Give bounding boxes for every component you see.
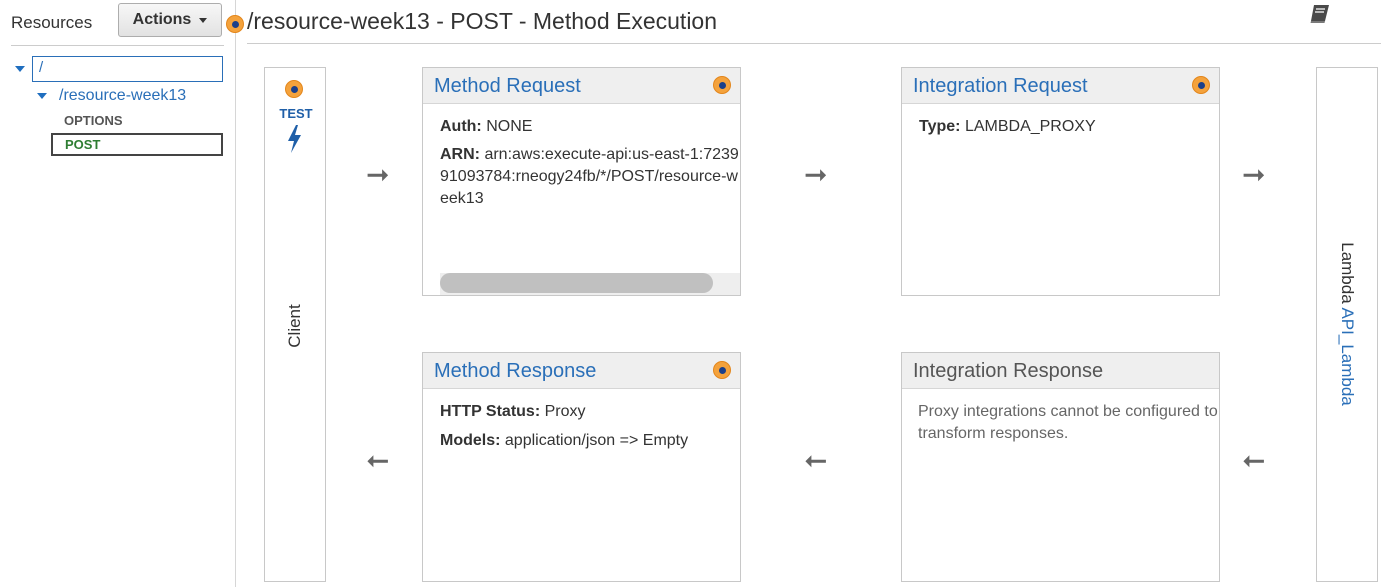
http-status-label: HTTP Status: [440, 403, 541, 420]
arn-label: ARN: [440, 146, 480, 163]
test-link[interactable]: TEST [278, 106, 314, 121]
book-icon[interactable] [1308, 3, 1332, 30]
integration-response-title: Integration Response [913, 360, 1104, 382]
type-label: Type: [919, 118, 961, 135]
actions-label: Actions [132, 11, 192, 28]
integration-response-panel: Integration Response Proxy integrations … [901, 352, 1220, 582]
proxy-note: Proxy integrations cannot be configured … [918, 403, 1218, 442]
method-request-header: Method Request [423, 68, 740, 104]
type-field: Type: LAMBDA_PROXY [919, 116, 1096, 138]
actions-button[interactable]: Actions [118, 3, 222, 37]
info-dot-icon[interactable] [1192, 76, 1210, 94]
info-dot-icon[interactable] [285, 80, 303, 98]
client-label: Client [285, 304, 304, 348]
method-post[interactable]: POST [51, 133, 223, 156]
scrollbar-thumb[interactable] [440, 273, 713, 293]
lambda-function-link[interactable]: API_Lambda [1338, 307, 1357, 405]
tree-expand-icon[interactable] [15, 66, 25, 72]
resources-title: Resources [11, 13, 93, 32]
integration-request-title[interactable]: Integration Request [913, 75, 1088, 98]
arrow-left-icon: ➞ [1242, 445, 1266, 476]
models-field: Models: application/json => Empty [440, 430, 688, 452]
lightning-bolt-icon[interactable] [286, 125, 302, 158]
auth-value: NONE [486, 118, 533, 135]
horizontal-scrollbar[interactable] [440, 273, 740, 295]
method-options[interactable]: OPTIONS [64, 113, 123, 128]
page-title: /resource-week13 - POST - Method Executi… [247, 8, 718, 34]
http-status-value: Proxy [544, 403, 586, 420]
lambda-backend-label: Lambda API_Lambda [1337, 242, 1357, 406]
method-request-title[interactable]: Method Request [434, 75, 581, 98]
caret-down-icon [199, 17, 208, 23]
arrow-left-icon: ➞ [366, 445, 390, 476]
arrow-right-icon: ➞ [1242, 159, 1266, 190]
lambda-prefix: Lambda [1338, 242, 1357, 304]
arn-value: arn:aws:execute-api:us-east-1:7239910937… [440, 146, 739, 207]
integration-request-panel: Integration Request Type: LAMBDA_PROXY [901, 67, 1220, 296]
auth-field: Auth: NONE [440, 116, 532, 138]
http-status-field: HTTP Status: Proxy [440, 401, 586, 423]
resource-root[interactable]: / [32, 56, 223, 82]
arrow-right-icon: ➞ [366, 159, 390, 190]
info-dot-icon[interactable] [226, 15, 244, 33]
models-value: application/json => Empty [504, 432, 689, 449]
method-response-header: Method Response [423, 353, 740, 389]
auth-label: Auth: [440, 118, 482, 135]
arrow-right-icon: ➞ [804, 159, 828, 190]
sidebar-divider [11, 45, 224, 46]
tree-expand-icon[interactable] [37, 93, 47, 99]
arrow-left-icon: ➞ [804, 445, 828, 476]
method-response-panel: Method Response HTTP Status: Proxy Model… [422, 352, 741, 582]
integration-request-header: Integration Request [902, 68, 1219, 104]
integration-response-header: Integration Response [902, 353, 1219, 389]
title-divider [247, 43, 1381, 44]
panel-splitter[interactable] [235, 0, 236, 587]
info-dot-icon[interactable] [713, 76, 731, 94]
type-value: LAMBDA_PROXY [964, 118, 1096, 135]
models-label: Models: [440, 432, 501, 449]
resource-item[interactable]: /resource-week13 [59, 87, 186, 105]
method-response-title[interactable]: Method Response [434, 360, 596, 383]
arn-field: ARN: arn:aws:execute-api:us-east-1:72399… [440, 144, 740, 210]
method-request-panel: Method Request Auth: NONE ARN: arn:aws:e… [422, 67, 741, 296]
info-dot-icon[interactable] [713, 361, 731, 379]
